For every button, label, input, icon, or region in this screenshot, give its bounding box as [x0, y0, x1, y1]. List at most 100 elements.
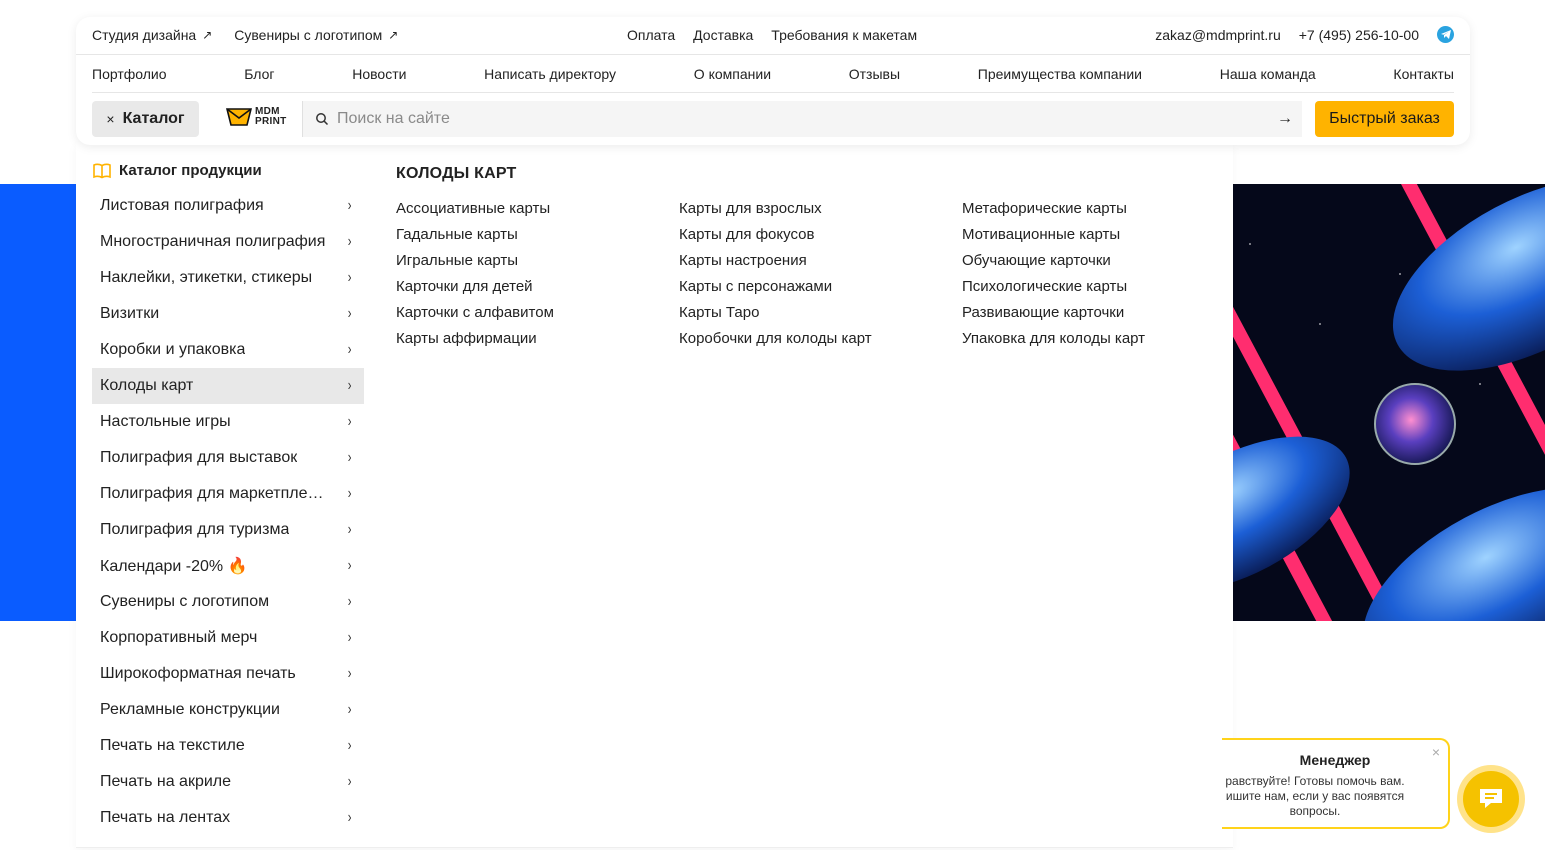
chevron-right-icon: › — [347, 629, 352, 646]
nav-advantages[interactable]: Преимущества компании — [978, 66, 1142, 82]
nav-about[interactable]: О компании — [694, 66, 771, 82]
hero-image — [1200, 184, 1545, 621]
chevron-right-icon: › — [347, 341, 352, 358]
design-studio-link[interactable]: Студия дизайна ↗ — [92, 27, 212, 43]
nav-news[interactable]: Новости — [352, 66, 406, 82]
submenu-column: Карты для взрослых Карты для фокусов Карты… — [679, 200, 962, 356]
submenu-link[interactable]: Гадальные карты — [396, 226, 679, 252]
nav-team[interactable]: Наша команда — [1220, 66, 1316, 82]
chevron-right-icon: › — [347, 449, 352, 466]
catalog-category-list: Листовая полиграфия › Многостраничная поли… — [92, 188, 364, 836]
chevron-right-icon: › — [347, 773, 352, 790]
submenu-link[interactable]: Мотивационные карты — [962, 226, 1245, 252]
search-icon — [316, 113, 329, 126]
catalog-toggle-button[interactable]: × Каталог — [92, 101, 199, 137]
catalog-category-label: Полиграфия для маркетплейсов — [100, 485, 332, 502]
chat-open-button[interactable] — [1457, 765, 1525, 833]
catalog-category-label: Коробки и упаковка — [100, 341, 246, 358]
submenu-link[interactable]: Карточки для детей — [396, 278, 679, 304]
submenu-link[interactable]: Развивающие карточки — [962, 304, 1245, 330]
catalog-category-item[interactable]: Визитки › — [92, 296, 364, 332]
catalog-category-item[interactable]: Настольные игры › — [92, 404, 364, 440]
souvenirs-link[interactable]: Сувениры с логотипом ↗ — [234, 27, 398, 43]
submenu-link[interactable]: Коробочки для колоды карт — [679, 330, 962, 356]
chevron-right-icon: › — [347, 557, 352, 574]
catalog-category-item[interactable]: Календари -20% 🔥 › — [92, 548, 364, 584]
close-icon: × — [106, 111, 115, 127]
submenu-link[interactable]: Игральные карты — [396, 252, 679, 278]
nav-write-director[interactable]: Написать директору — [484, 66, 616, 82]
nav-portfolio[interactable]: Портфолио — [92, 66, 167, 82]
submenu-link[interactable]: Карты настроения — [679, 252, 962, 278]
chat-bubble-icon — [1463, 771, 1519, 827]
catalog-category-item[interactable]: Печать на лентах › — [92, 800, 364, 836]
submenu-title: КОЛОДЫ КАРТ — [396, 165, 517, 182]
hero-cards-illustration — [1200, 184, 1545, 621]
submenu-link[interactable]: Карты аффирмации — [396, 330, 679, 356]
catalog-category-item[interactable]: Рекламные конструкции › — [92, 692, 364, 728]
catalog-category-label: Полиграфия для туризма — [100, 521, 290, 538]
catalog-category-item[interactable]: Широкоформатная печать › — [92, 656, 364, 692]
submenu-link[interactable]: Метафорические карты — [962, 200, 1245, 226]
page: Студия дизайна ↗ Сувениры с логотипом ↗ … — [0, 0, 1560, 850]
phone-link[interactable]: +7 (495) 256-10-00 — [1299, 27, 1419, 43]
site-header: Студия дизайна ↗ Сувениры с логотипом ↗ … — [76, 17, 1470, 145]
email-link[interactable]: zakaz@mdmprint.ru — [1155, 27, 1280, 43]
submenu-link[interactable]: Карты для фокусов — [679, 226, 962, 252]
nav-reviews[interactable]: Отзывы — [849, 66, 900, 82]
telegram-icon[interactable] — [1437, 26, 1454, 43]
nav-contacts[interactable]: Контакты — [1393, 66, 1453, 82]
book-icon — [93, 163, 111, 178]
catalog-category-item[interactable]: Листовая полиграфия › — [92, 188, 364, 224]
quick-order-button[interactable]: Быстрый заказ — [1315, 101, 1454, 137]
catalog-category-item[interactable]: Колоды карт › — [92, 368, 364, 404]
catalog-category-item[interactable]: Полиграфия для выставок › — [92, 440, 364, 476]
catalog-category-label: Печать на текстиле — [100, 737, 245, 754]
submenu-link[interactable]: Карточки с алфавитом — [396, 304, 679, 330]
search-bar: → — [302, 101, 1302, 137]
catalog-heading: Каталог продукции — [93, 162, 262, 179]
catalog-category-item[interactable]: Многостраничная полиграфия › — [92, 224, 364, 260]
chevron-right-icon: › — [347, 305, 352, 322]
site-logo[interactable]: MDM PRINT — [226, 107, 287, 127]
submenu-link[interactable]: Упаковка для колоды карт — [962, 330, 1245, 356]
submenu-link[interactable]: Карты Таро — [679, 304, 962, 330]
catalog-button-label: Каталог — [122, 110, 185, 127]
layout-requirements-link[interactable]: Требования к макетам — [771, 27, 917, 43]
catalog-category-item[interactable]: Печать на текстиле › — [92, 728, 364, 764]
catalog-category-label: Печать на акриле — [100, 773, 232, 790]
chevron-right-icon: › — [347, 665, 352, 682]
external-arrow-icon: ↗ — [388, 28, 399, 42]
catalog-category-item[interactable]: Полиграфия для маркетплейсов › — [92, 476, 364, 512]
catalog-category-label: Многостраничная полиграфия — [100, 233, 326, 250]
submenu-link[interactable]: Ассоциативные карты — [396, 200, 679, 226]
catalog-category-label: Настольные игры — [100, 413, 231, 430]
payment-link[interactable]: Оплата — [627, 27, 675, 43]
search-submit-arrow-icon[interactable]: → — [1268, 101, 1302, 137]
nav-blog[interactable]: Блог — [244, 66, 274, 82]
catalog-category-item[interactable]: Печать на акриле › — [92, 764, 364, 800]
chevron-right-icon: › — [347, 809, 352, 826]
chevron-right-icon: › — [347, 413, 352, 430]
delivery-link[interactable]: Доставка — [693, 27, 753, 43]
catalog-category-item[interactable]: Сувениры с логотипом › — [92, 584, 364, 620]
catalog-category-label: Полиграфия для выставок — [100, 449, 298, 466]
chat-close-icon[interactable]: × — [1432, 744, 1440, 760]
souvenirs-label: Сувениры с логотипом — [234, 27, 383, 43]
catalog-category-item[interactable]: Коробки и упаковка › — [92, 332, 364, 368]
catalog-category-item[interactable]: Корпоративный мерч › — [92, 620, 364, 656]
submenu-link[interactable]: Карты для взрослых — [679, 200, 962, 226]
external-arrow-icon: ↗ — [202, 28, 213, 42]
chat-popup: × Менеджер равствуйте! Готовы помочь вам… — [1222, 738, 1450, 829]
catalog-category-item[interactable]: Наклейки, этикетки, стикеры › — [92, 260, 364, 296]
submenu-link[interactable]: Карты с персонажами — [679, 278, 962, 304]
submenu-link[interactable]: Обучающие карточки — [962, 252, 1245, 278]
main-nav: Портфолио Блог Новости Написать директор… — [92, 56, 1454, 93]
catalog-category-label: Колоды карт — [100, 377, 194, 394]
submenu-link[interactable]: Психологические карты — [962, 278, 1245, 304]
search-input[interactable] — [329, 110, 1268, 128]
catalog-category-item[interactable]: Полиграфия для туризма › — [92, 512, 364, 548]
catalog-heading-label: Каталог продукции — [119, 162, 262, 179]
chevron-right-icon: › — [347, 233, 352, 250]
catalog-category-label: Листовая полиграфия — [100, 197, 264, 214]
